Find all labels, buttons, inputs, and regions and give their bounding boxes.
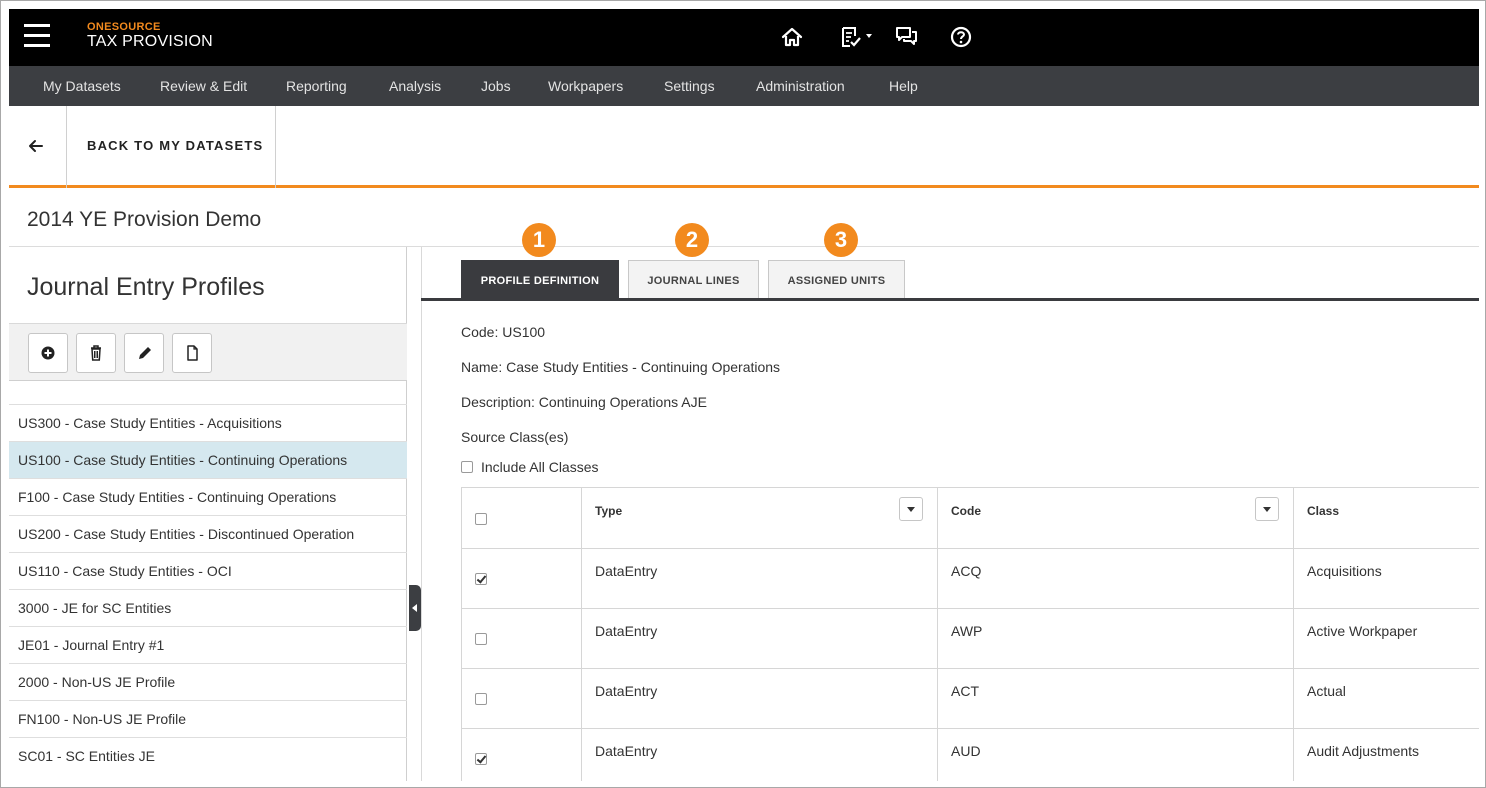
column-header-class[interactable]: Class <box>1307 504 1339 518</box>
brand-product: TAX PROVISION <box>87 33 213 50</box>
row-checkbox[interactable] <box>475 753 487 765</box>
menu-review-edit[interactable]: Review & Edit <box>160 66 247 106</box>
help-icon[interactable] <box>947 23 975 51</box>
list-item[interactable]: 2000 - Non-US JE Profile <box>9 663 407 700</box>
step-badge-2: 2 <box>675 223 709 257</box>
grid-divider <box>462 728 1479 729</box>
menu-settings[interactable]: Settings <box>664 66 715 106</box>
cell-class: Active Workpaper <box>1307 623 1418 639</box>
cell-code: AWP <box>951 623 983 639</box>
add-button[interactable] <box>28 333 68 373</box>
list-item[interactable]: FN100 - Non-US JE Profile <box>9 700 407 737</box>
brand-onesource: ONESOURCE <box>87 21 161 33</box>
profile-description: Description: Continuing Operations AJE <box>461 394 707 410</box>
menu-jobs[interactable]: Jobs <box>481 66 511 106</box>
profiles-toolbar <box>9 323 407 381</box>
menu-administration[interactable]: Administration <box>756 66 845 106</box>
profile-code: Code: US100 <box>461 324 546 340</box>
list-item[interactable]: US300 - Case Study Entities - Acquisitio… <box>9 404 407 441</box>
delete-button[interactable] <box>76 333 116 373</box>
grid-divider <box>937 488 938 781</box>
back-bar: BACK TO MY DATASETS <box>9 106 1479 188</box>
delete-icon <box>91 345 101 361</box>
menu-my-datasets[interactable]: My Datasets <box>43 66 121 106</box>
source-classes-grid: Type Code Class DataEntry ACQ Acquisitio… <box>461 487 1479 781</box>
list-item[interactable]: SC01 - SC Entities JE <box>9 737 407 774</box>
panel-title: Journal Entry Profiles <box>27 273 265 301</box>
source-classes-label: Source Class(es) <box>461 429 569 445</box>
grid-divider <box>462 548 1479 549</box>
select-all-checkbox[interactable] <box>475 513 487 525</box>
menu-help[interactable]: Help <box>889 66 918 106</box>
menu-analysis[interactable]: Analysis <box>389 66 441 106</box>
list-item[interactable]: US100 - Case Study Entities - Continuing… <box>9 441 407 478</box>
cell-code: ACQ <box>951 563 982 579</box>
cell-code: ACT <box>951 683 979 699</box>
list-item[interactable]: US110 - Case Study Entities - OCI <box>9 552 407 589</box>
column-header-type[interactable]: Type <box>595 504 622 518</box>
hamburger-menu-icon[interactable] <box>24 24 50 48</box>
document-button[interactable] <box>172 333 212 373</box>
menu-reporting[interactable]: Reporting <box>286 66 347 106</box>
tab-journal-lines[interactable]: JOURNAL LINES <box>628 260 759 300</box>
cell-code: AUD <box>951 743 981 759</box>
grid-divider <box>1293 488 1294 781</box>
profiles-panel: Journal Entry Profiles US300 - Case Stud… <box>9 247 407 781</box>
row-checkbox[interactable] <box>475 693 487 705</box>
step-badge-1: 1 <box>522 223 556 257</box>
step-badge-3: 3 <box>824 223 858 257</box>
back-arrow-icon[interactable] <box>9 106 67 188</box>
cell-class: Acquisitions <box>1307 563 1382 579</box>
column-header-code[interactable]: Code <box>951 504 981 518</box>
profiles-list: US300 - Case Study Entities - Acquisitio… <box>9 404 407 774</box>
grid-divider <box>462 668 1479 669</box>
row-checkbox[interactable] <box>475 633 487 645</box>
cell-type: DataEntry <box>595 743 658 759</box>
tab-assigned-units[interactable]: ASSIGNED UNITS <box>768 260 905 300</box>
cell-type: DataEntry <box>595 563 658 579</box>
cell-class: Audit Adjustments <box>1307 743 1420 759</box>
grid-divider <box>581 488 582 781</box>
collapse-panel-handle[interactable] <box>409 585 421 631</box>
cell-class: Actual <box>1307 683 1346 699</box>
type-filter-dropdown[interactable] <box>899 497 923 521</box>
panel-divider <box>421 247 422 781</box>
grid-divider <box>462 608 1479 609</box>
list-item[interactable]: 3000 - JE for SC Entities <box>9 589 407 626</box>
row-checkbox[interactable] <box>475 573 487 585</box>
list-item[interactable]: JE01 - Journal Entry #1 <box>9 626 407 663</box>
include-all-label: Include All Classes <box>481 459 599 475</box>
cell-type: DataEntry <box>595 683 658 699</box>
code-filter-dropdown[interactable] <box>1255 497 1279 521</box>
document-icon <box>187 345 198 361</box>
edit-icon <box>139 347 151 359</box>
tab-underline <box>421 298 1479 301</box>
list-item[interactable]: F100 - Case Study Entities - Continuing … <box>9 478 407 515</box>
list-item[interactable]: US200 - Case Study Entities - Discontinu… <box>9 515 407 552</box>
home-icon[interactable] <box>778 23 806 51</box>
menu-workpapers[interactable]: Workpapers <box>548 66 623 106</box>
edit-button[interactable] <box>124 333 164 373</box>
tab-profile-definition[interactable]: PROFILE DEFINITION <box>461 260 619 300</box>
include-all-checkbox[interactable] <box>461 461 473 473</box>
dataset-title: 2014 YE Provision Demo <box>27 208 262 231</box>
window-frame: ONESOURCE TAX PROVISION My Datasets Revi… <box>0 0 1486 788</box>
app-root: ONESOURCE TAX PROVISION My Datasets Revi… <box>9 9 1479 781</box>
chat-icon[interactable] <box>893 23 921 51</box>
cell-type: DataEntry <box>595 623 658 639</box>
task-list-icon[interactable] <box>838 23 878 51</box>
profile-name: Name: Case Study Entities - Continuing O… <box>461 359 781 375</box>
back-to-datasets-link[interactable]: BACK TO MY DATASETS <box>67 106 276 188</box>
main-menu: My Datasets Review & Edit Reporting Anal… <box>9 66 1479 106</box>
top-bar: ONESOURCE TAX PROVISION <box>9 9 1479 66</box>
add-icon <box>41 346 55 360</box>
